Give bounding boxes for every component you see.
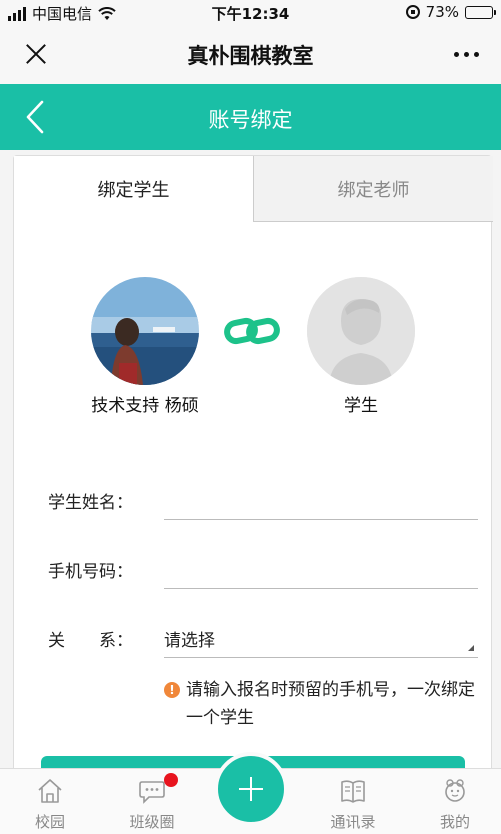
- teacher-avatar: [91, 277, 199, 385]
- battery-icon: [465, 5, 496, 19]
- tab-bind-student[interactable]: 绑定学生: [14, 156, 254, 222]
- relation-select[interactable]: 请选择: [164, 618, 478, 658]
- nav-label-class-circle: 班级圈: [129, 813, 175, 831]
- notification-badge: [164, 773, 178, 787]
- battery-percent: 73%: [425, 3, 459, 21]
- rotation-lock-icon: [405, 5, 420, 19]
- page-title: 账号绑定: [208, 108, 293, 132]
- hint-text: 请输入报名时预留的手机号，一次绑定一个学生: [186, 680, 475, 728]
- student-label: 学生: [344, 396, 378, 416]
- wechat-page-title: 真朴围棋教室: [187, 44, 314, 68]
- student-avatar: [307, 277, 415, 385]
- user-icon: [445, 779, 465, 802]
- binding-card: 绑定学生 绑定老师 技术支持 杨硕 学生 学生姓名： 手机号码： 关 系： 请选…: [13, 155, 493, 770]
- add-button[interactable]: [214, 752, 288, 826]
- phone-input[interactable]: [164, 549, 478, 589]
- nav-item-mine[interactable]: 我的: [405, 769, 501, 834]
- student-name-input[interactable]: [164, 480, 478, 520]
- warning-icon: !: [164, 682, 180, 698]
- nav-label-contacts: 通讯录: [330, 813, 376, 831]
- tab-bind-teacher[interactable]: 绑定老师: [254, 156, 493, 222]
- chat-bubble-icon: [139, 781, 165, 804]
- nav-label-school: 校园: [34, 813, 65, 831]
- more-options-icon[interactable]: [454, 52, 479, 57]
- app-header: 账号绑定: [0, 84, 501, 150]
- status-bar: 中国电信 下午12:34 73%: [0, 0, 501, 24]
- nav-item-class-circle[interactable]: 班级圈: [102, 769, 202, 834]
- teacher-name: 技术支持 杨硕: [91, 396, 199, 416]
- teacher-photo: [91, 277, 199, 385]
- relation-selected-value: 请选择: [164, 631, 215, 651]
- wechat-title-bar: 真朴围棋教室: [0, 24, 501, 84]
- hint-message: ! 请输入报名时预留的手机号，一次绑定一个学生: [164, 676, 484, 732]
- relation-label: 关 系：: [48, 631, 133, 651]
- tab-bar: 绑定学生 绑定老师: [14, 156, 493, 222]
- link-icon: [224, 317, 280, 345]
- dropdown-arrow-icon: [468, 645, 474, 651]
- nav-item-contacts[interactable]: 通讯录: [303, 769, 403, 834]
- student-name-label: 学生姓名：: [48, 493, 133, 513]
- default-avatar-icon: [307, 277, 415, 385]
- home-icon: [38, 779, 62, 803]
- phone-label: 手机号码：: [48, 562, 133, 582]
- book-icon: [341, 780, 365, 803]
- nav-label-mine: 我的: [439, 813, 470, 831]
- nav-item-school[interactable]: 校园: [0, 769, 100, 834]
- status-right: 73%: [405, 3, 496, 21]
